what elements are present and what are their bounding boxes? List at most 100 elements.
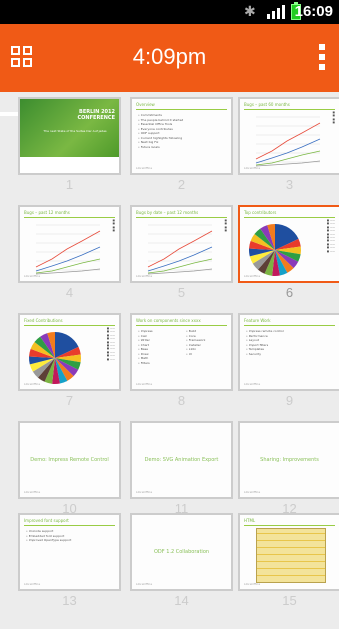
chart-legend: ■ ■ ■ ■ — [112, 219, 115, 233]
overflow-menu-icon[interactable] — [319, 44, 325, 70]
slide-subtitle: The next State of the Suites Der Auf jed… — [43, 129, 107, 133]
slide-footer-left: LibreOffice — [244, 166, 261, 170]
line-chart — [35, 224, 101, 275]
slide-number: 8 — [177, 393, 186, 408]
slide-footer-left: LibreOffice — [244, 582, 261, 586]
slide-title: Overview — [136, 102, 155, 107]
slide-thumbnail[interactable]: BERLIN 2012 CONFERENCE The next State of … — [18, 97, 121, 175]
slide-thumbnail-cell[interactable]: Bugs by date – past 12 months ■ ■ ■ ■ LibreOf… — [130, 205, 237, 321]
bluetooth-icon: ✱ — [244, 4, 256, 20]
slide-title: Bugs – past 12 months — [24, 210, 70, 215]
chart-legend: ■ ■ ■ ■ — [224, 219, 227, 233]
slide-footer-left: LibreOffice — [136, 490, 153, 494]
slide-thumbnail-cell[interactable]: Bugs – past 60 months ■ ■ ■ ■ LibreOffice 3 — [238, 97, 339, 213]
slide-number: 13 — [62, 593, 77, 608]
slide-footer-left: LibreOffice — [136, 382, 153, 386]
slide-number: 4 — [65, 285, 74, 300]
app-bar: 4:09pm — [0, 24, 339, 116]
title-slide-band — [20, 99, 119, 157]
pie-chart — [249, 224, 301, 276]
slide-number: 2 — [177, 177, 186, 192]
slide-thumbnail-cell[interactable]: Work on components since xxxx • Impress • … — [130, 313, 237, 429]
slide-thumbnail[interactable]: Demo: Impress Remote Control LibreOffice — [18, 421, 121, 499]
slide-footer-left: LibreOffice — [244, 490, 261, 494]
slide-thumbnail-cell[interactable]: Overview • Commitments • The people behind… — [130, 97, 237, 213]
slide-thumbnail[interactable]: Sharing: Improvements LibreOffice — [238, 421, 339, 499]
slide-title-rule — [24, 325, 115, 326]
slide-section-title: Demo: Impress Remote Control — [30, 457, 109, 463]
slide-thumbnail[interactable]: Demo: SVG Animation Export LibreOffice — [130, 421, 233, 499]
slide-bullets: • Impress • Calc • Writer • Chart • Base • Dr… — [138, 329, 153, 365]
slide-thumbnail[interactable]: Bugs – past 12 months ■ ■ ■ ■ LibreOffice — [18, 205, 121, 283]
slide-title: Bugs – past 60 months — [244, 102, 290, 107]
slide-number: 9 — [285, 393, 294, 408]
slide-title: Improved font support — [24, 518, 69, 523]
slide-title: Feature Work — [244, 318, 271, 323]
slide-thumbnail-cell[interactable]: ODF 1.2 Collaboration LibreOffice 14 — [130, 513, 237, 629]
chart-legend: ■ —— ■ —— ■ —— ■ —— ■ —— ■ —— ■ —— ■ —— ■ —— ■ —— — [326, 219, 335, 253]
app-title: 4:09pm — [132, 44, 207, 69]
slide-footer-left: LibreOffice — [24, 490, 41, 494]
slide-title: Top contributors — [244, 210, 277, 215]
line-chart — [255, 116, 321, 167]
slide-thumbnail[interactable]: Fixed Contributions ■ —— ■ —— ■ —— ■ —— ■ —— ■… — [18, 313, 121, 391]
slide-thumbnail-cell[interactable]: Top contributors ■ —— ■ —— ■ —— ■ —— ■ —— ■ ——… — [238, 205, 339, 321]
slide-bullets: • Impress remote control • Performance • L… — [246, 329, 284, 356]
chart-legend: ■ —— ■ —— ■ —— ■ —— ■ —— ■ —— ■ —— ■ —— ■ —— ■ —— — [106, 327, 115, 361]
slide-footer-left: LibreOffice — [136, 274, 153, 278]
slide-thumbnail[interactable]: Feature Work • Impress remote control • Pe… — [238, 313, 339, 391]
line-chart — [147, 224, 213, 275]
slide-title-rule — [244, 325, 335, 326]
slide-section-title: Sharing: Improvements — [260, 457, 319, 463]
slide-title: Fixed Contributions — [24, 318, 63, 323]
slide-thumbnail[interactable]: Work on components since xxxx • Impress • … — [130, 313, 233, 391]
slide-number: 7 — [65, 393, 74, 408]
slide-title-rule — [244, 525, 335, 526]
slide-thumbnail-cell[interactable]: Bugs – past 12 months ■ ■ ■ ■ LibreOffice 4 — [18, 205, 125, 321]
slide-number: 1 — [65, 177, 74, 192]
slide-image — [256, 528, 326, 583]
slide-number: 15 — [282, 593, 297, 608]
slide-thumbnail[interactable]: Improved font support • Unicode support • … — [18, 513, 121, 591]
slide-thumbnail-cell[interactable]: Feature Work • Impress remote control • Pe… — [238, 313, 339, 429]
slide-number: 6 — [285, 285, 294, 300]
slide-footer-left: LibreOffice — [136, 166, 153, 170]
slide-number: 5 — [177, 285, 186, 300]
slide-thumbnail-cell[interactable]: HTML LibreOffice 15 — [238, 513, 339, 629]
slide-title-rule — [244, 217, 335, 218]
slide-title-rule — [136, 325, 227, 326]
slide-footer-left: LibreOffice — [24, 274, 41, 278]
slide-title-rule — [136, 109, 227, 110]
slide-thumbnail-cell[interactable]: Improved font support • Unicode support • … — [18, 513, 125, 629]
slide-footer-left: LibreOffice — [136, 582, 153, 586]
slide-title-rule — [136, 217, 227, 218]
slide-thumbnail[interactable]: Top contributors ■ —— ■ —— ■ —— ■ —— ■ —— ■ ——… — [238, 205, 339, 283]
slide-bullets: • Commitments • The people behind it star… — [138, 113, 184, 149]
slide-number: 14 — [174, 593, 189, 608]
slide-grid: BERLIN 2012 CONFERENCE The next State of … — [0, 92, 339, 608]
slide-footer-left: LibreOffice — [244, 382, 261, 386]
slide-thumbnail-cell[interactable]: BERLIN 2012 CONFERENCE The next State of … — [18, 97, 125, 213]
slide-footer-left: LibreOffice — [244, 274, 261, 278]
slide-thumbnail[interactable]: Overview • Commitments • The people behind… — [130, 97, 233, 175]
slide-bullets-b: • Build • Core • Framework • Installer • L10… — [186, 329, 206, 356]
slide-section-title: ODF 1.2 Collaboration — [153, 549, 210, 555]
slide-bullets: • Unicode support • Embedded font support… — [26, 529, 72, 542]
slide-thumbnail[interactable]: Bugs by date – past 12 months ■ ■ ■ ■ LibreOf… — [130, 205, 233, 283]
slide-footer-left: LibreOffice — [24, 582, 41, 586]
slide-footer-left: LibreOffice — [24, 382, 41, 386]
slide-title-rule — [244, 109, 335, 110]
slide-title-rule — [24, 217, 115, 218]
slide-thumbnail-cell[interactable]: Fixed Contributions ■ —— ■ —— ■ —— ■ —— ■ —— ■… — [18, 313, 125, 429]
slide-title-rule — [24, 525, 115, 526]
slide-title: Work on components since xxxx — [136, 318, 201, 323]
slide-title: HTML — [244, 518, 256, 523]
slide-thumbnail[interactable]: Bugs – past 60 months ■ ■ ■ ■ LibreOffice — [238, 97, 339, 175]
pie-chart — [29, 332, 81, 384]
slide-thumbnail[interactable]: ODF 1.2 Collaboration LibreOffice — [130, 513, 233, 591]
chart-legend: ■ ■ ■ ■ — [332, 111, 335, 125]
status-bar: ✱ 16:09 — [0, 0, 339, 24]
slide-thumbnail[interactable]: HTML LibreOffice — [238, 513, 339, 591]
slide-title: BERLIN 2012 CONFERENCE — [77, 109, 115, 121]
slide-title: Bugs by date – past 12 months — [136, 210, 199, 215]
